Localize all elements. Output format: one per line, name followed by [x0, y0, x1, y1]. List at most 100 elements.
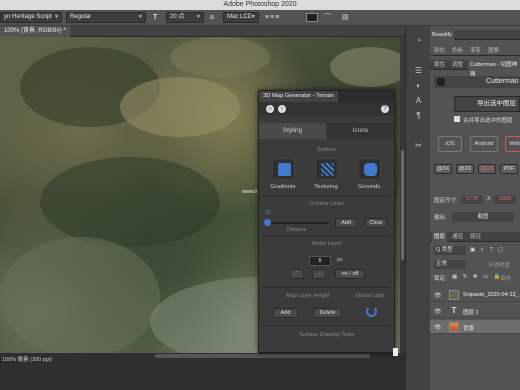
antialias-value: Mac LCD [227, 14, 253, 20]
water-level-input[interactable]: 5 [309, 256, 331, 266]
tab-properties[interactable]: 属性 [432, 60, 447, 70]
terrain-valley [40, 157, 220, 247]
tab-swatches[interactable]: 色板 [450, 46, 465, 56]
map-layer-delete-button[interactable]: Delete [313, 308, 342, 318]
tab-styling[interactable]: Styling [259, 123, 326, 139]
font-style-dropdown[interactable]: Regular ▼ [66, 12, 146, 23]
chevron-down-icon: ▼ [54, 14, 59, 20]
merge-label: 合并导出选中的图层 [463, 118, 513, 124]
water-level-label: Water Level [311, 241, 342, 247]
divider [263, 287, 390, 288]
layer-row[interactable]: 👁 Snipaste_2020-04-13_ [430, 288, 520, 302]
paragraph-icon[interactable]: ¶ [414, 111, 423, 120]
contour-value: 10 [265, 210, 271, 216]
help-icon[interactable]: ? [381, 105, 389, 113]
adjustments-icon[interactable]: ◐ [414, 81, 423, 90]
warp-text-icon[interactable]: ⌒ [324, 12, 331, 23]
zoom-status[interactable]: 100% 像素 (300 ppi) [2, 355, 52, 363]
gradients-label: Gradients [270, 184, 296, 190]
map-layer-add-button[interactable]: Add [273, 308, 298, 318]
scale-pdf[interactable]: PDF [500, 164, 518, 174]
terrain-fields [0, 237, 160, 353]
layer-row-selected[interactable]: 👁 背景 [430, 320, 520, 334]
water-toggle-button[interactable]: on / off [335, 269, 365, 279]
output-dropdown[interactable]: 截图 [452, 212, 514, 222]
layers-tabbar: 图层 通道 路径 [430, 232, 520, 242]
right-panel: Beautify 颜色 色板 渐变 图案 属性 调整 Cutterman - 切… [430, 26, 520, 390]
eye-icon[interactable]: 👁 [434, 292, 442, 299]
merge-checkbox[interactable] [454, 116, 460, 122]
contour-slider-track[interactable] [265, 222, 329, 224]
scale-1x[interactable]: @1X [478, 164, 496, 174]
eye-icon[interactable]: 👁 [434, 324, 442, 331]
character-panel-icon[interactable]: ▤ [342, 12, 349, 23]
fixed-width-input[interactable]: 1770 [461, 195, 483, 204]
platform-web[interactable]: Web [505, 136, 520, 152]
platform-ios[interactable]: iOS [438, 136, 462, 152]
panel-icon-strip: ◔ ☰ ◐ A ¶ ✂ [405, 26, 430, 390]
tab-color[interactable]: 颜色 [432, 46, 447, 56]
lock-label: 锁定: [434, 276, 447, 282]
gradients-icon [278, 163, 291, 176]
contour-clear-button[interactable]: Clear [365, 218, 387, 228]
grounds-button[interactable] [358, 158, 381, 180]
fixed-height-input[interactable]: 1000 [494, 195, 516, 204]
tab-adjustments[interactable]: 调整 [450, 60, 465, 70]
layer-row[interactable]: 👁 T 图层 1 [430, 304, 520, 318]
layer-filter-icons[interactable]: ▣ ◐ T ▢ [470, 247, 505, 253]
tab-layers[interactable]: 图层 [432, 232, 448, 242]
layer-thumbnail [449, 290, 459, 300]
character-icon[interactable]: A [414, 96, 423, 105]
canvas-horizontal-scrollbar[interactable] [155, 354, 370, 358]
text-color-swatch[interactable] [306, 13, 318, 22]
tab-channels[interactable]: 通道 [450, 232, 465, 242]
global-light-icon[interactable] [366, 306, 377, 317]
eye-icon[interactable]: 👁 [434, 308, 442, 315]
options-bar: yn Heritage Script ▼ Regular ▼ T 20 点 ▼ a M… [0, 10, 520, 26]
tab-beautify[interactable]: Beautify [430, 30, 454, 40]
tab-cutterman[interactable]: Cutterman - 切图神器 [468, 60, 520, 78]
surface-label: Surface [317, 147, 336, 153]
fill-label: 填充 [500, 276, 512, 282]
water-down-button[interactable]: ⌄ [312, 269, 326, 279]
scale-2x[interactable]: @2X [456, 164, 474, 174]
contour-add-button[interactable]: Add [335, 218, 357, 228]
export-selected-button[interactable]: 导出选中图层 [454, 96, 520, 112]
tab-gradients[interactable]: 渐变 [468, 46, 483, 56]
status-info: 像素 (300 ppi) [17, 357, 52, 363]
home-icon[interactable]: ⌂ [266, 105, 274, 113]
terrain-highlight [120, 77, 240, 137]
align-buttons[interactable]: ≡≡≡ [265, 12, 305, 23]
font-size-value: 20 点 [170, 14, 185, 20]
contour-slider-handle[interactable] [264, 219, 271, 226]
scrollbar-thumb[interactable] [401, 150, 404, 260]
fixed-size-label: 固定尺寸 [434, 198, 457, 204]
tab-icons[interactable]: Icons [327, 123, 394, 139]
history-icon[interactable]: ◔ [414, 36, 423, 45]
blend-mode-dropdown[interactable]: 正常 [434, 260, 466, 269]
water-up-button[interactable]: ⌃ [290, 269, 304, 279]
scale-3x[interactable]: @3X [434, 164, 452, 174]
layer-filter-dropdown[interactable]: Q 类型 [434, 246, 466, 255]
beautify-tabbar: Beautify [430, 30, 520, 40]
layer-name: 背景 [463, 326, 475, 332]
lock-icons[interactable]: ▦ ✎ ✥ ▭ 🔒 [452, 274, 503, 280]
antialias-dropdown[interactable]: Mac LCD ▼ [223, 12, 259, 23]
gradients-button[interactable] [272, 158, 295, 180]
cutterman-icon[interactable]: ✂ [414, 141, 423, 150]
plugin-title[interactable]: 3D Map Generator - Terrain [259, 91, 338, 102]
properties-icon[interactable]: ☰ [414, 66, 423, 75]
platform-android[interactable]: Android [470, 136, 498, 152]
contour-lines-label: Contour Lines [309, 201, 344, 207]
document-tab[interactable]: 100% (背景, RGB/8#) * [0, 26, 70, 37]
opacity-label: 不透明度 [488, 263, 511, 269]
global-light-label: Global Light [355, 293, 385, 299]
distance-label: Distance [287, 227, 307, 233]
font-size-dropdown[interactable]: 20 点 ▼ [166, 12, 204, 23]
font-family-dropdown[interactable]: yn Heritage Script ▼ [0, 12, 62, 23]
back-icon[interactable]: ‹ [278, 105, 286, 113]
tab-paths[interactable]: 路径 [468, 232, 483, 242]
panel-resize-handle[interactable] [393, 348, 398, 356]
tab-patterns[interactable]: 图案 [486, 46, 501, 56]
texturing-button[interactable] [315, 158, 338, 180]
